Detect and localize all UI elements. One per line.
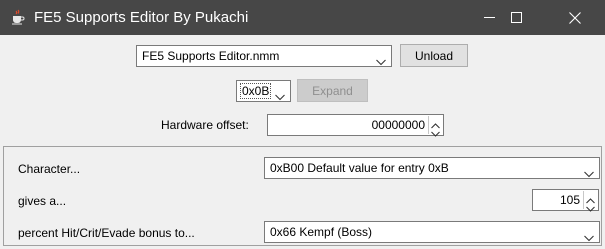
spinner-down-icon[interactable] [586, 201, 595, 212]
hardware-offset-spinner[interactable]: 00000000 [267, 114, 444, 137]
chevron-down-icon [376, 52, 386, 66]
rom-file-select-value: FE5 Supports Editor.nmm [142, 49, 280, 63]
entry-index-select[interactable]: 0x0B [236, 80, 291, 102]
bonus-target-label: percent Hit/Crit/Evade bonus to... [18, 226, 195, 240]
hardware-offset-value: 00000000 [371, 118, 425, 132]
character-label: Character... [18, 162, 81, 176]
close-icon [569, 11, 581, 24]
gives-label: gives a... [18, 194, 67, 208]
close-button[interactable] [552, 0, 598, 35]
window-title: FE5 Supports Editor By Pukachi [34, 9, 249, 26]
support-entry-panel: Character... 0xB00 Default value for ent… [3, 146, 602, 246]
bonus-target-select-value: 0x66 Kempf (Boss) [270, 225, 373, 239]
bonus-amount-spinner[interactable]: 105 [532, 189, 599, 212]
unload-button-label: Unload [414, 48, 454, 63]
expand-button-label: Expand [312, 83, 353, 98]
character-select[interactable]: 0xB00 Default value for entry 0xB [264, 157, 600, 179]
java-cup-icon [10, 9, 26, 25]
spinner-up-icon[interactable] [586, 193, 595, 204]
title-bar[interactable]: FE5 Supports Editor By Pukachi [0, 0, 605, 35]
chevron-down-icon [584, 164, 594, 178]
unload-button[interactable]: Unload [400, 44, 468, 67]
chevron-down-icon [275, 87, 285, 101]
bonus-target-select[interactable]: 0x66 Kempf (Boss) [264, 221, 600, 243]
app-window: FE5 Supports Editor By Pukachi FE5 Suppo… [0, 0, 605, 249]
spinner-down-icon[interactable] [431, 126, 440, 137]
maximize-icon [510, 12, 522, 23]
rom-file-select[interactable]: FE5 Supports Editor.nmm [136, 45, 392, 67]
spinner-up-icon[interactable] [431, 118, 440, 129]
bonus-amount-value: 105 [559, 193, 580, 207]
hardware-offset-label: Hardware offset: [161, 118, 249, 132]
spinner-arrows [428, 116, 442, 137]
maximize-button[interactable] [493, 0, 539, 35]
chevron-down-icon [584, 228, 594, 242]
expand-button[interactable]: Expand [297, 79, 368, 102]
spinner-arrows [583, 191, 597, 212]
entry-index-select-value: 0x0B [240, 83, 272, 99]
character-select-value: 0xB00 Default value for entry 0xB [270, 161, 449, 175]
